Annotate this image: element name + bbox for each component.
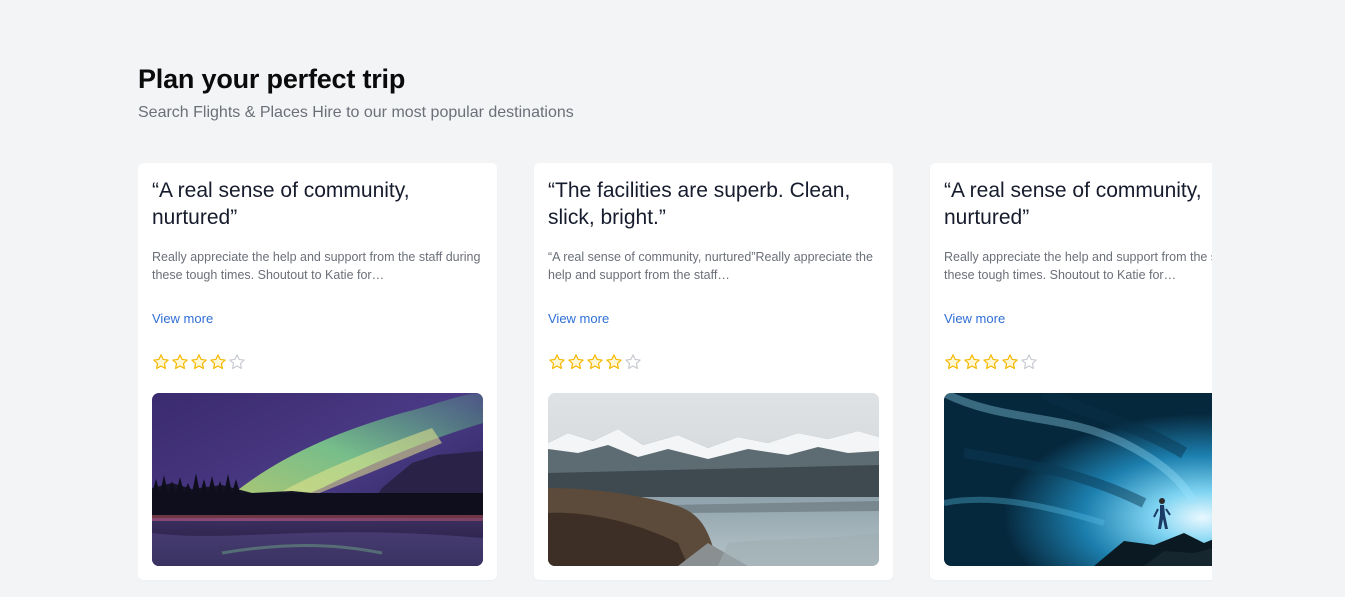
testimonial-card: “A real sense of community, nurtured” Re… bbox=[138, 163, 497, 580]
star-filled-icon bbox=[983, 354, 999, 370]
star-filled-icon bbox=[1002, 354, 1018, 370]
aurora-over-lake-image bbox=[152, 393, 483, 566]
testimonial-card: “A real sense of community, nurtured” Re… bbox=[930, 163, 1212, 580]
ice-cave-image bbox=[944, 393, 1212, 566]
star-filled-icon bbox=[191, 354, 207, 370]
testimonial-body: Really appreciate the help and support f… bbox=[152, 250, 481, 282]
testimonial-body: “A real sense of community, nurtured”Rea… bbox=[548, 250, 873, 282]
section-title: Plan your perfect trip bbox=[138, 64, 406, 94]
star-rating bbox=[548, 353, 642, 371]
testimonial-carousel[interactable]: “A real sense of community, nurtured” Re… bbox=[138, 163, 1212, 597]
star-filled-icon bbox=[945, 354, 961, 370]
aurora-over-lake-photo bbox=[152, 393, 483, 566]
testimonial-card: “The facilities are superb. Clean, slick… bbox=[534, 163, 893, 580]
star-filled-icon bbox=[587, 354, 603, 370]
star-filled-icon bbox=[549, 354, 565, 370]
star-empty-icon bbox=[625, 354, 641, 370]
ice-cave-photo bbox=[944, 393, 1212, 566]
star-rating bbox=[152, 353, 246, 371]
testimonial-quote: “A real sense of community, nurtured” bbox=[944, 179, 1202, 229]
view-more-link[interactable]: View more bbox=[944, 311, 1005, 326]
section-subtitle: Search Flights & Places Hire to our most… bbox=[138, 104, 574, 121]
star-filled-icon bbox=[172, 354, 188, 370]
mountain-lake-photo bbox=[548, 393, 879, 566]
testimonial-body: Really appreciate the help and support f… bbox=[944, 250, 1212, 282]
star-filled-icon bbox=[964, 354, 980, 370]
view-more-link[interactable]: View more bbox=[548, 311, 609, 326]
testimonial-quote: “A real sense of community, nurtured” bbox=[152, 179, 410, 229]
star-filled-icon bbox=[606, 354, 622, 370]
star-filled-icon bbox=[210, 354, 226, 370]
star-rating bbox=[944, 353, 1038, 371]
star-empty-icon bbox=[229, 354, 245, 370]
star-filled-icon bbox=[568, 354, 584, 370]
star-filled-icon bbox=[153, 354, 169, 370]
view-more-link[interactable]: View more bbox=[152, 311, 213, 326]
destinations-section: Plan your perfect trip Search Flights & … bbox=[138, 0, 1212, 597]
star-empty-icon bbox=[1021, 354, 1037, 370]
mountain-lake-image bbox=[548, 393, 879, 566]
testimonial-quote: “The facilities are superb. Clean, slick… bbox=[548, 179, 851, 229]
